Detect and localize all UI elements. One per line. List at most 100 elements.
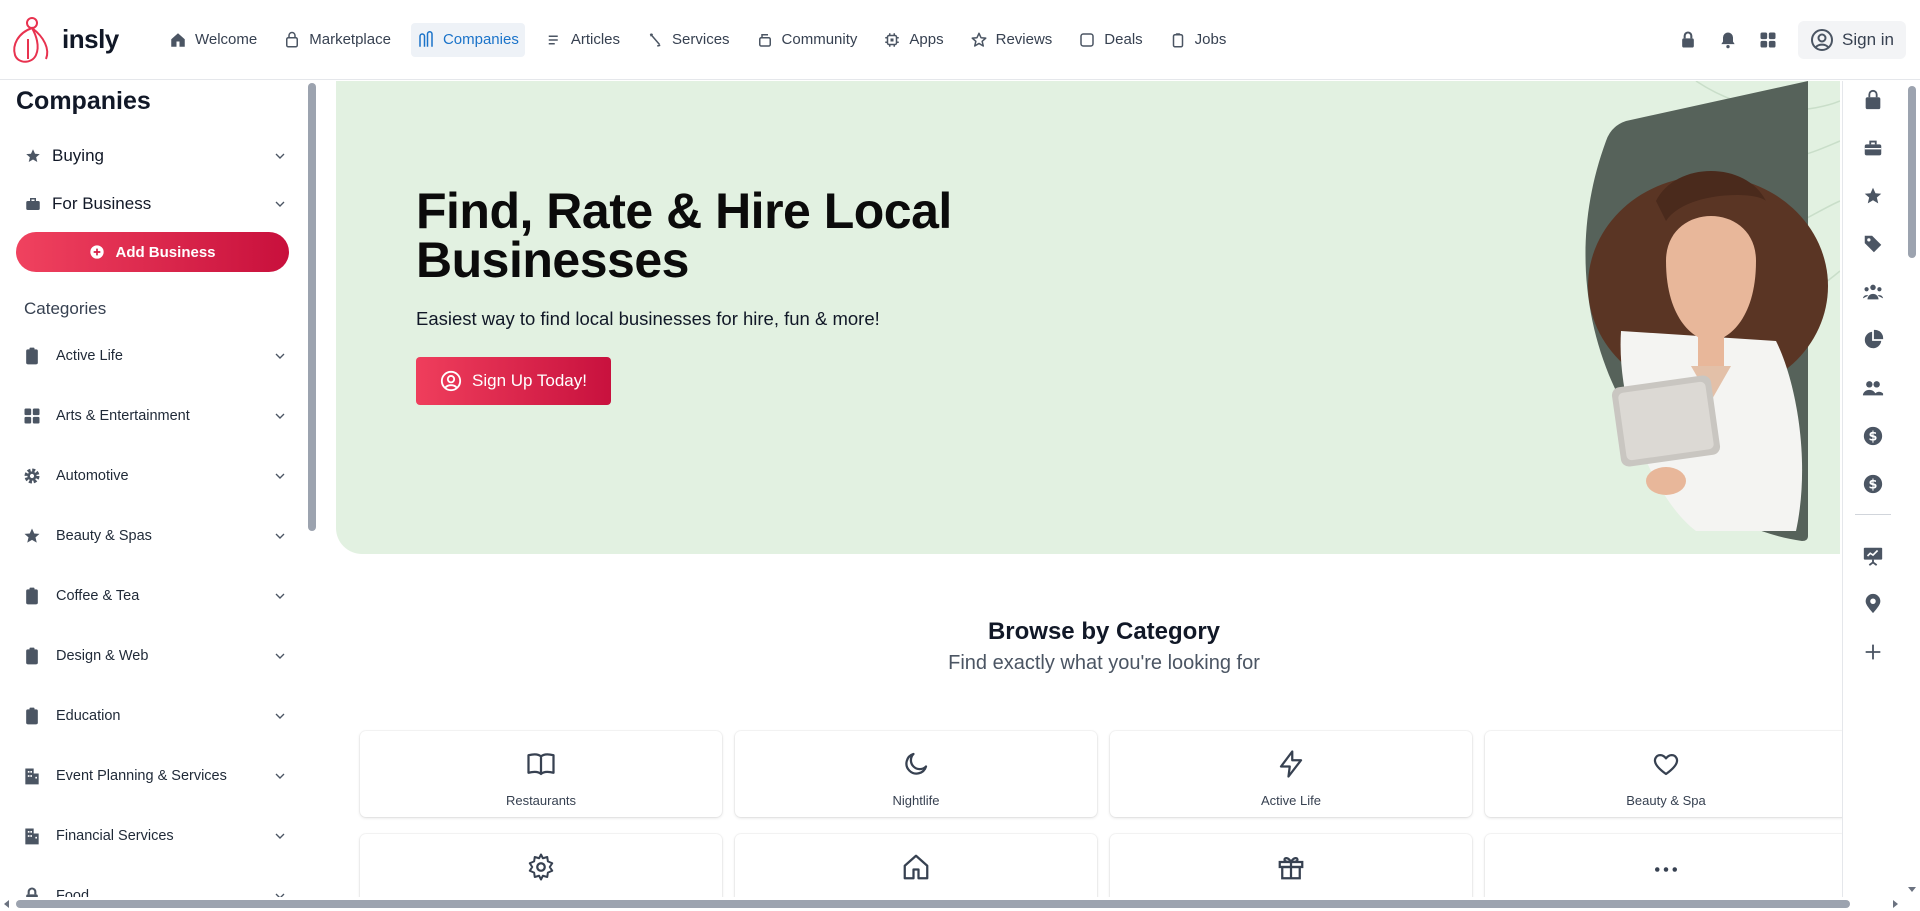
sign-in-label: Sign in	[1842, 30, 1894, 49]
star-icon[interactable]	[1862, 185, 1884, 207]
left-sidebar: Companies Buying For Business Add Busine…	[0, 81, 306, 901]
sidebar-category-event-planning[interactable]: Event Planning & Services	[22, 761, 288, 791]
vertical-scrollbar-thumb[interactable]	[1908, 86, 1916, 258]
hero-subtitle: Easiest way to find local businesses for…	[416, 308, 880, 329]
rail-divider	[1855, 514, 1891, 515]
nav-welcome[interactable]: Welcome	[163, 23, 263, 57]
right-rail: $ $	[1842, 81, 1902, 901]
browse-subtitle: Find exactly what you're looking for	[948, 652, 1260, 674]
nav-label: Community	[781, 31, 858, 48]
sidebar-toggle-label: For Business	[52, 194, 152, 213]
sidebar-category-coffee[interactable]: Coffee & Tea	[22, 581, 288, 611]
chevron-down-icon	[275, 713, 285, 719]
star-icon	[24, 528, 40, 543]
presentation-icon[interactable]	[1862, 545, 1884, 567]
top-right-actions: Sign in	[1678, 0, 1920, 80]
companies-icon	[419, 30, 433, 47]
nav-deals[interactable]: Deals	[1072, 23, 1148, 57]
bell-icon[interactable]	[1718, 30, 1738, 50]
moon-icon	[905, 752, 928, 775]
category-label: Arts & Entertainment	[56, 408, 190, 424]
category-label: Beauty & Spas	[56, 528, 152, 544]
sign-up-button[interactable]: Sign Up Today!	[416, 357, 611, 405]
heart-icon	[1653, 753, 1679, 776]
category-label: Active Life	[56, 348, 123, 364]
pie-chart-icon[interactable]	[1862, 329, 1884, 351]
category-card-nightlife[interactable]: Nightlife	[735, 731, 1097, 817]
nav-label: Reviews	[995, 31, 1053, 48]
sidebar-toggle-for-business[interactable]: For Business	[24, 189, 288, 219]
scroll-left-arrow-icon[interactable]	[2, 899, 12, 909]
bolt-icon	[1279, 750, 1303, 778]
sidebar-category-education[interactable]: Education	[22, 701, 288, 731]
building-icon	[25, 768, 39, 785]
category-card-beauty-spa[interactable]: Beauty & Spa	[1485, 731, 1847, 817]
community-icon	[758, 33, 771, 47]
main-nav: Welcome Marketplace Companies Articles S…	[163, 22, 1246, 57]
lock-icon[interactable]	[1678, 30, 1698, 50]
chevron-down-icon	[275, 153, 285, 159]
nav-jobs[interactable]: Jobs	[1163, 23, 1233, 57]
dollar-icon[interactable]: $	[1862, 425, 1884, 447]
category-label: Coffee & Tea	[56, 588, 140, 604]
chevron-down-icon	[275, 353, 285, 359]
category-label: Education	[56, 708, 121, 724]
horizontal-scrollbar-thumb[interactable]	[16, 900, 1850, 908]
category-card-active-life[interactable]: Active Life	[1110, 731, 1472, 817]
nav-reviews[interactable]: Reviews	[964, 23, 1059, 57]
cpu-icon	[885, 32, 900, 47]
list-icon	[548, 35, 558, 44]
category-card-restaurants[interactable]: Restaurants	[360, 731, 722, 817]
scroll-down-arrow-icon[interactable]	[1907, 884, 1917, 894]
sidebar-category-beauty[interactable]: Beauty & Spas	[22, 521, 288, 551]
horizontal-scrollbar	[0, 897, 1920, 911]
nav-apps[interactable]: Apps	[877, 23, 949, 57]
nav-label: Jobs	[1194, 31, 1227, 48]
category-label: Financial Services	[56, 828, 174, 844]
clipboard-icon	[26, 707, 38, 725]
add-business-button[interactable]: Add Business	[16, 232, 289, 272]
category-card-label: Restaurants	[505, 793, 577, 808]
logo[interactable]: insly	[10, 15, 160, 65]
nav-label: Articles	[570, 31, 621, 48]
star-icon	[971, 32, 987, 47]
dollar-icon[interactable]: $	[1862, 473, 1884, 495]
briefcase-icon	[26, 198, 40, 210]
nav-services[interactable]: Services	[640, 23, 736, 57]
people-group-icon[interactable]	[1862, 281, 1884, 303]
chevron-down-icon	[275, 473, 285, 479]
nav-companies[interactable]: Companies	[410, 22, 525, 57]
tag-icon[interactable]	[1862, 233, 1884, 255]
grid-icon[interactable]	[1758, 30, 1778, 50]
sidebar-toggle-buying[interactable]: Buying	[24, 141, 288, 171]
briefcase-icon[interactable]	[1862, 137, 1884, 159]
nav-articles[interactable]: Articles	[539, 23, 626, 57]
svg-text:$: $	[1869, 478, 1878, 493]
star-icon	[26, 149, 40, 162]
category-card-label: Nightlife	[892, 793, 940, 808]
nav-marketplace[interactable]: Marketplace	[277, 23, 397, 57]
sidebar-category-design[interactable]: Design & Web	[22, 641, 288, 671]
users-icon[interactable]	[1862, 377, 1884, 399]
sidebar-category-automotive[interactable]: Automotive	[22, 461, 288, 491]
bag-icon	[286, 31, 299, 47]
chevron-down-icon	[275, 413, 285, 419]
map-pin-icon[interactable]	[1862, 593, 1884, 615]
browse-title: Browse by Category	[987, 618, 1221, 645]
sidebar-scrollbar[interactable]	[308, 83, 316, 531]
sign-in-button[interactable]: Sign in	[1798, 21, 1906, 59]
user-circle-icon	[1811, 29, 1834, 51]
sidebar-category-active-life[interactable]: Active Life	[22, 341, 288, 371]
square-icon	[1080, 32, 1095, 47]
clipboard-icon	[26, 647, 38, 665]
sidebar-category-arts[interactable]: Arts & Entertainment	[22, 401, 288, 431]
pen-icon	[649, 32, 661, 47]
scroll-right-arrow-icon[interactable]	[1890, 899, 1900, 909]
sidebar-category-financial[interactable]: Financial Services	[22, 821, 288, 851]
home-icon	[171, 32, 185, 47]
nav-community[interactable]: Community	[750, 23, 864, 57]
nav-label: Welcome	[195, 31, 258, 48]
categories-heading: Categories	[24, 299, 107, 318]
plus-icon[interactable]	[1862, 641, 1884, 663]
bag-icon[interactable]	[1862, 89, 1884, 111]
